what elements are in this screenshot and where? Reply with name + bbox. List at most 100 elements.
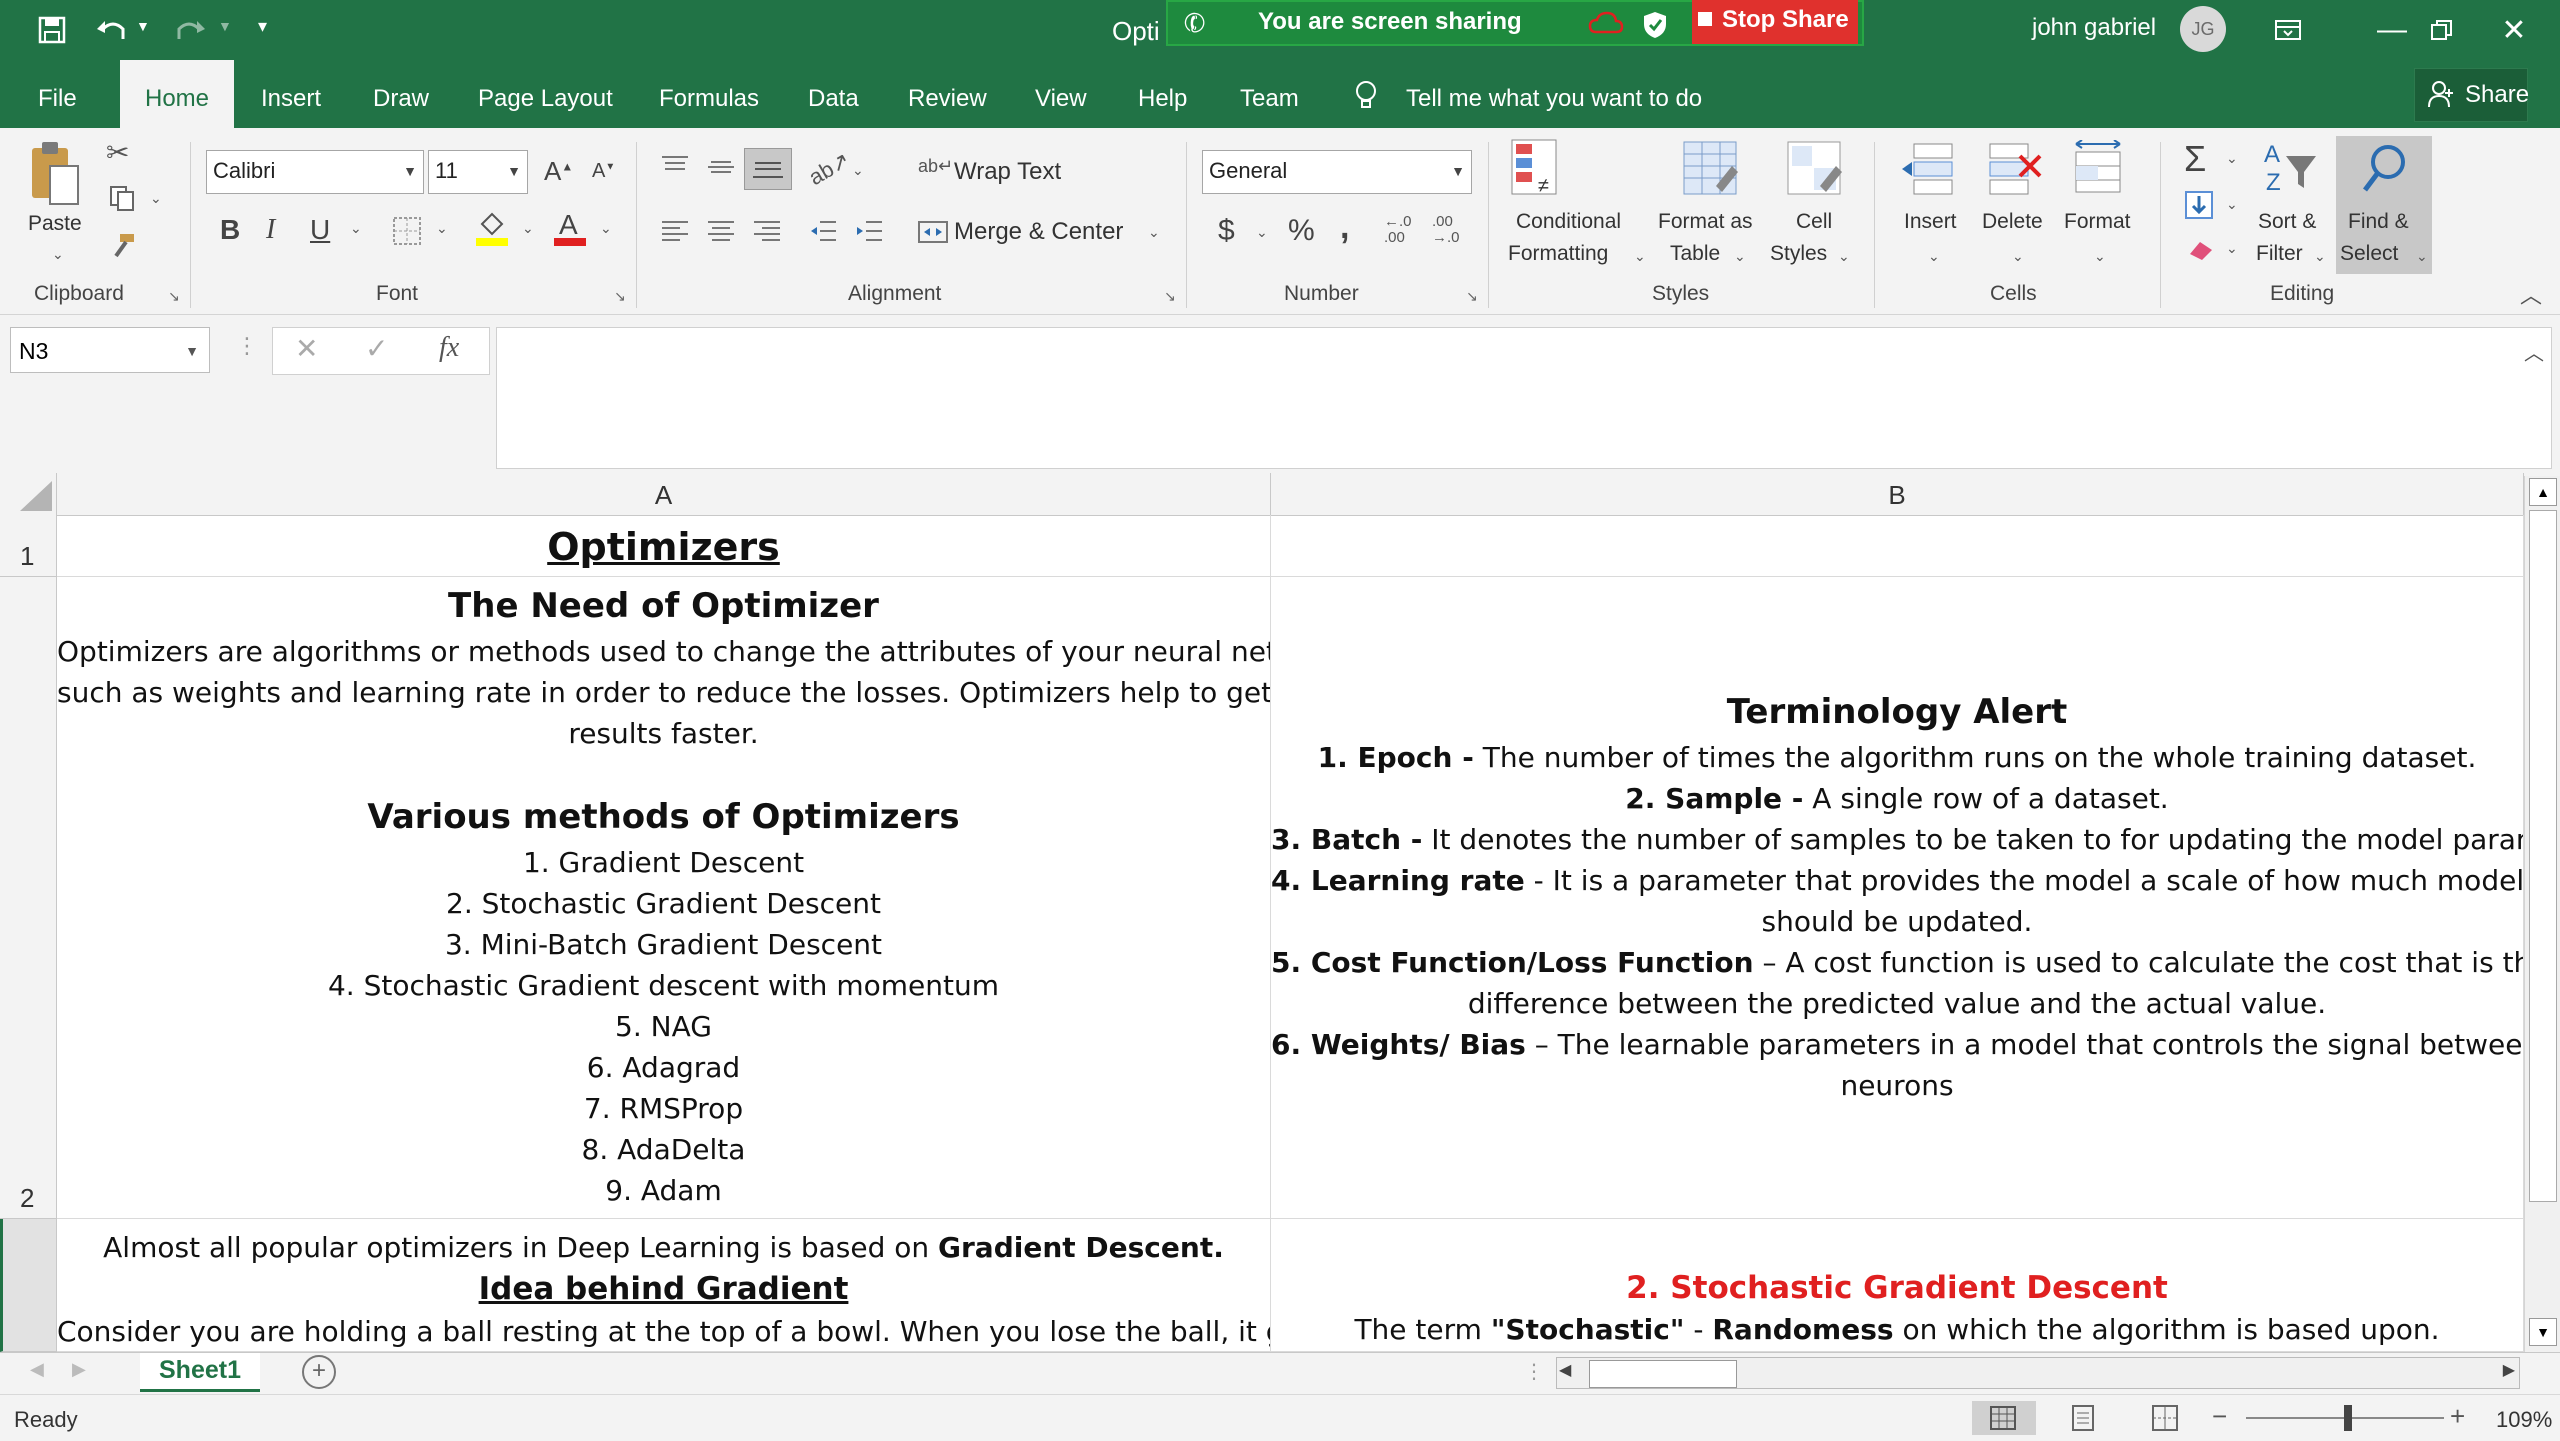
- clear-dropdown-icon[interactable]: ⌄: [2226, 240, 2238, 257]
- row-header-3[interactable]: [0, 1219, 57, 1352]
- page-break-preview-icon[interactable]: [2152, 1405, 2178, 1437]
- insert-cells-icon[interactable]: [1900, 140, 1956, 201]
- enter-icon[interactable]: ✓: [365, 332, 388, 365]
- column-header-a[interactable]: A: [57, 473, 1271, 515]
- increase-decimal-icon[interactable]: ←.0.00: [1384, 214, 1412, 246]
- format-as-table-label-2[interactable]: Table: [1670, 242, 1720, 266]
- format-cells-button[interactable]: Format: [2064, 210, 2131, 234]
- align-middle-icon[interactable]: [706, 154, 736, 185]
- font-color-icon[interactable]: A: [552, 208, 588, 253]
- decrease-font-size-icon[interactable]: A▼: [592, 160, 615, 183]
- merge-dropdown-icon[interactable]: ⌄: [1148, 224, 1160, 241]
- avatar[interactable]: JG: [2180, 6, 2226, 52]
- stop-share-button[interactable]: Stop Share: [1692, 0, 1858, 44]
- clear-icon[interactable]: [2186, 236, 2216, 267]
- tab-review[interactable]: Review: [908, 60, 987, 128]
- chevron-down-icon[interactable]: ⌄: [2314, 248, 2326, 265]
- chevron-down-icon[interactable]: ⌄: [1734, 248, 1746, 265]
- cell-a3[interactable]: Almost all popular optimizers in Deep Le…: [57, 1219, 1271, 1352]
- horizontal-scrollbar[interactable]: ◀ ▶: [1556, 1357, 2520, 1389]
- borders-icon[interactable]: [392, 216, 422, 251]
- align-center-icon[interactable]: [706, 218, 736, 249]
- chevron-down-icon[interactable]: ⌄: [1634, 248, 1646, 265]
- conditional-formatting-icon[interactable]: ≠: [1504, 136, 1564, 205]
- tab-split-grip-icon[interactable]: ⋮: [1524, 1359, 1544, 1384]
- zoom-slider[interactable]: [2246, 1405, 2444, 1431]
- borders-dropdown-icon[interactable]: ⌄: [436, 220, 448, 237]
- ribbon-display-options-icon[interactable]: [2268, 10, 2308, 50]
- undo-icon[interactable]: [92, 10, 132, 50]
- conditional-formatting-label-1[interactable]: Conditional: [1516, 210, 1621, 234]
- cell-b2[interactable]: Terminology Alert 1. Epoch - The number …: [1271, 577, 2524, 1219]
- orientation-icon[interactable]: ab↗: [804, 147, 854, 191]
- format-as-table-label-1[interactable]: Format as: [1658, 210, 1753, 234]
- scroll-sheets-left-icon[interactable]: ◀: [30, 1359, 44, 1380]
- delete-cells-icon[interactable]: [1986, 140, 2042, 201]
- percent-button[interactable]: %: [1288, 214, 1315, 248]
- delete-cells-button[interactable]: Delete: [1982, 210, 2043, 234]
- cell-styles-icon[interactable]: [1784, 136, 1844, 205]
- bold-button[interactable]: B: [220, 214, 240, 246]
- scroll-sheets-right-icon[interactable]: ▶: [72, 1359, 86, 1380]
- increase-font-size-icon[interactable]: A▲: [544, 156, 573, 187]
- paste-button[interactable]: Paste: [28, 212, 82, 236]
- tab-draw[interactable]: Draw: [373, 60, 429, 128]
- autosum-dropdown-icon[interactable]: ⌄: [2226, 150, 2238, 167]
- row-header-1[interactable]: 1: [0, 515, 57, 577]
- close-icon[interactable]: ✕: [2494, 10, 2534, 50]
- cell-styles-label-2[interactable]: Styles: [1770, 242, 1827, 266]
- decrease-indent-icon[interactable]: [808, 218, 838, 249]
- tell-me-search[interactable]: Tell me what you want to do: [1406, 60, 1702, 128]
- autosum-icon[interactable]: Σ: [2184, 138, 2206, 180]
- tab-file[interactable]: File: [38, 60, 77, 128]
- redo-dropdown-icon[interactable]: ▼: [218, 18, 232, 34]
- zoom-level[interactable]: 109%: [2496, 1407, 2552, 1433]
- formula-input[interactable]: [496, 327, 2552, 469]
- sheet-tab-sheet1[interactable]: Sheet1: [140, 1353, 260, 1392]
- tab-insert[interactable]: Insert: [261, 60, 321, 128]
- collapse-formula-bar-icon[interactable]: ︿: [2524, 337, 2544, 366]
- vertical-scrollbar[interactable]: ▲ ▼: [2524, 476, 2560, 1352]
- scroll-down-icon[interactable]: ▼: [2529, 1318, 2557, 1346]
- cell-b3[interactable]: 2. Stochastic Gradient Descent The term …: [1271, 1219, 2524, 1352]
- cell-a2[interactable]: The Need of Optimizer Optimizers are alg…: [57, 577, 1271, 1219]
- number-launcher-icon[interactable]: ↘: [1466, 288, 1478, 305]
- user-name[interactable]: john gabriel: [2032, 14, 2156, 42]
- column-header-b[interactable]: B: [1271, 473, 2524, 515]
- fill-color-icon[interactable]: [474, 210, 510, 253]
- align-right-icon[interactable]: [752, 218, 782, 249]
- cell-b1[interactable]: [1271, 515, 2524, 577]
- chevron-down-icon[interactable]: ⌄: [1838, 248, 1850, 265]
- italic-button[interactable]: I: [266, 214, 275, 246]
- find-select-button[interactable]: Find & Select ⌄: [2336, 136, 2432, 274]
- copy-dropdown-icon[interactable]: ⌄: [150, 190, 162, 207]
- zoom-in-icon[interactable]: +: [2450, 1401, 2465, 1432]
- chevron-down-icon[interactable]: ⌄: [1928, 248, 1940, 265]
- wrap-text-button[interactable]: Wrap Text: [954, 158, 1061, 186]
- format-painter-icon[interactable]: [108, 232, 136, 265]
- add-sheet-icon[interactable]: +: [302, 1355, 336, 1389]
- conditional-formatting-label-2[interactable]: Formatting: [1508, 242, 1608, 266]
- underline-button[interactable]: U: [310, 214, 330, 246]
- fill-dropdown-icon[interactable]: ⌄: [2226, 196, 2238, 213]
- share-button[interactable]: Share: [2414, 68, 2529, 122]
- number-format-combo[interactable]: General ▼: [1202, 150, 1472, 194]
- fill-color-dropdown-icon[interactable]: ⌄: [522, 220, 534, 237]
- tab-home[interactable]: Home: [120, 60, 234, 128]
- name-box[interactable]: N3 ▼: [10, 327, 210, 373]
- copy-icon[interactable]: [108, 184, 136, 217]
- comma-button[interactable]: ,: [1340, 208, 1349, 247]
- formula-bar-grip-icon[interactable]: ⋮: [236, 333, 258, 359]
- zoom-out-icon[interactable]: −: [2212, 1401, 2227, 1432]
- tab-team[interactable]: Team: [1240, 60, 1299, 128]
- insert-function-icon[interactable]: fx: [439, 332, 459, 364]
- clipboard-launcher-icon[interactable]: ↘: [168, 288, 180, 305]
- align-left-icon[interactable]: [660, 218, 690, 249]
- font-launcher-icon[interactable]: ↘: [614, 288, 626, 305]
- align-top-icon[interactable]: [660, 154, 690, 185]
- vertical-scroll-thumb[interactable]: [2529, 510, 2557, 1202]
- fill-icon[interactable]: [2184, 190, 2214, 225]
- tab-help[interactable]: Help: [1138, 60, 1187, 128]
- scroll-left-icon[interactable]: ◀: [1559, 1360, 1571, 1380]
- tab-page-layout[interactable]: Page Layout: [478, 60, 613, 128]
